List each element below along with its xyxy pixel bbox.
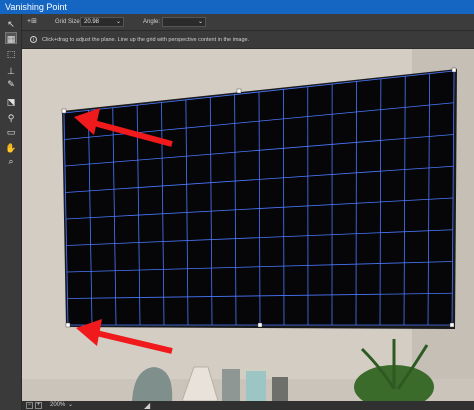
corner-handle-bottom-right[interactable] bbox=[449, 322, 455, 328]
info-message: Click+drag to adjust the plane. Line up … bbox=[42, 37, 250, 43]
ruler-icon: ▭ bbox=[6, 127, 16, 137]
marquee-icon: ⬚ bbox=[6, 49, 16, 59]
eyedropper-icon: ⚲ bbox=[7, 113, 15, 123]
zoom-in-button[interactable]: + bbox=[35, 402, 42, 409]
chevron-down-icon[interactable]: ⌄ bbox=[68, 401, 73, 410]
transform-icon: ⬔ bbox=[6, 97, 16, 107]
grid-size-field[interactable]: 20.98 ⌄ bbox=[80, 17, 124, 27]
hand-icon: ✋ bbox=[5, 143, 17, 153]
transform-tool[interactable]: ⬔ bbox=[5, 96, 17, 108]
angle-label: Angle: bbox=[143, 19, 161, 25]
info-bar: i Click+drag to adjust the plane. Line u… bbox=[22, 31, 474, 49]
info-icon: i bbox=[30, 36, 37, 43]
zoom-level[interactable]: 200% bbox=[50, 401, 65, 410]
decor-dark-block bbox=[272, 377, 288, 401]
zoom-out-button[interactable]: − bbox=[26, 402, 33, 409]
marquee-tool[interactable]: ⬚ bbox=[5, 48, 17, 60]
cursor-icon: ◢ bbox=[144, 401, 151, 410]
grid-size-label: Grid Size: bbox=[55, 19, 82, 25]
tool-panel: ↖ ▦ ⬚ ⊥ ✎ ⬔ ⚲ ▭ ✋ ⌕ bbox=[0, 14, 22, 410]
chevron-down-icon[interactable]: ⌄ bbox=[116, 18, 121, 26]
status-bar: − + 200% ⌄ ◢ bbox=[22, 401, 474, 410]
edge-handle-top[interactable] bbox=[236, 88, 242, 94]
edge-handle-bottom[interactable] bbox=[257, 322, 263, 328]
eyedropper-tool[interactable]: ⚲ bbox=[5, 112, 17, 124]
create-plane-tool[interactable]: ▦ bbox=[5, 32, 17, 44]
corner-handle-top-right[interactable] bbox=[451, 67, 457, 73]
corner-handle-top-left[interactable] bbox=[61, 108, 67, 114]
arrow-pointer-icon: ↖ bbox=[7, 19, 15, 29]
grid-size-value: 20.98 bbox=[84, 19, 100, 25]
stamp-tool[interactable]: ⊥ bbox=[5, 65, 17, 77]
magnifier-icon: ⌕ bbox=[8, 156, 14, 166]
window-title: Vanishing Point bbox=[5, 2, 67, 12]
hand-tool[interactable]: ✋ bbox=[5, 142, 17, 154]
chevron-down-icon[interactable]: ⌄ bbox=[198, 18, 203, 26]
plane-options-icon[interactable]: +⊞ bbox=[27, 14, 37, 30]
zoom-tool[interactable]: ⌕ bbox=[5, 155, 17, 167]
grid-plane-icon: ▦ bbox=[6, 34, 16, 44]
decor-block bbox=[222, 369, 240, 401]
edit-plane-tool[interactable]: ↖ bbox=[5, 18, 17, 30]
measure-tool[interactable]: ▭ bbox=[5, 126, 17, 138]
image-canvas[interactable] bbox=[22, 49, 474, 401]
brush-tool[interactable]: ✎ bbox=[5, 78, 17, 90]
stamp-icon: ⊥ bbox=[7, 66, 15, 76]
options-bar: +⊞ Grid Size: 20.98 ⌄ Angle: ⌄ bbox=[0, 14, 474, 31]
decor-teal-block bbox=[246, 371, 266, 401]
corner-handle-bottom-left[interactable] bbox=[65, 322, 71, 328]
angle-field[interactable]: ⌄ bbox=[162, 17, 206, 27]
brush-icon: ✎ bbox=[7, 79, 15, 89]
canvas-artwork bbox=[22, 49, 474, 401]
window-title-bar: Vanishing Point bbox=[0, 0, 474, 14]
